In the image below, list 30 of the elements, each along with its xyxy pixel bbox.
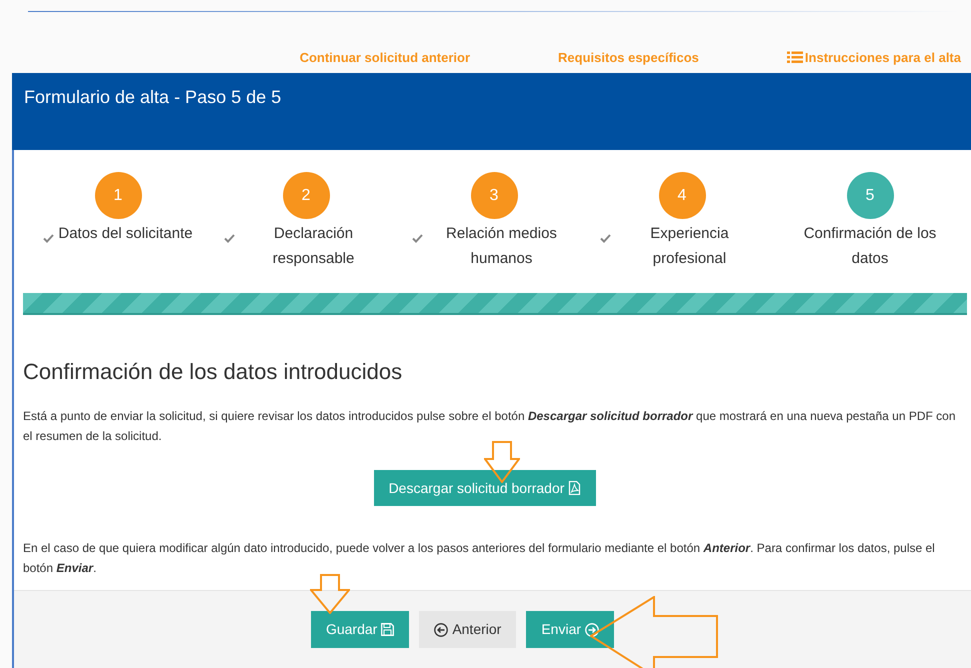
step-label: Relación medios humanos bbox=[445, 224, 558, 269]
step-number: 3 bbox=[470, 172, 518, 219]
top-nav-link[interactable]: Requisitos específicos bbox=[558, 48, 699, 68]
list-icon bbox=[786, 51, 803, 64]
step-number: 4 bbox=[658, 172, 706, 219]
intro-paragraph: Está a punto de enviar la solicitud, si quiere revisar los datos introducidos pulse sobre el botón Descargar solicitud borrador que mostrará en una nueva pestaña un PDF con el resumen de la solicitud. bbox=[23, 408, 957, 445]
check-icon bbox=[43, 234, 54, 244]
form-title: Formulario de alta - Paso 5 de 5 bbox=[24, 86, 282, 109]
arrow-drawing bbox=[310, 574, 350, 614]
download-draft-button[interactable]: Descargar solicitud borrador bbox=[374, 470, 596, 506]
step-number: 1 bbox=[94, 172, 142, 219]
outro-paragraph: En el caso de que quiera modificar algún dato introducido, puede volver a los pasos anteriores del formulario mediante el botón Anterior. Para confirmar los datos, pulse el botón Enviar. bbox=[23, 540, 936, 577]
top-nav-link[interactable]: Instrucciones para el alta bbox=[786, 48, 961, 68]
check-icon bbox=[224, 234, 234, 244]
top-nav-link[interactable]: Continuar solicitud anterior bbox=[300, 48, 470, 68]
save-icon bbox=[381, 623, 394, 636]
step-number: 2 bbox=[282, 172, 330, 219]
step-label: Declaración responsable bbox=[272, 224, 356, 269]
section-heading: Confirmación de los datos introducidos bbox=[23, 358, 404, 386]
step-label: Experiencia profesional bbox=[649, 224, 730, 269]
form-button[interactable]: Enviar bbox=[526, 611, 614, 648]
pdf-file-icon bbox=[568, 481, 582, 495]
form-button[interactable]: Anterior bbox=[419, 611, 516, 648]
form-button[interactable]: Guardar bbox=[310, 611, 410, 648]
step-label: Confirmación de los datos bbox=[802, 224, 938, 269]
step-number: 5 bbox=[846, 172, 894, 219]
step-label: Datos del solicitante bbox=[58, 224, 193, 244]
check-icon bbox=[600, 234, 610, 244]
check-icon bbox=[412, 234, 422, 244]
arrow-drawing bbox=[484, 441, 520, 483]
